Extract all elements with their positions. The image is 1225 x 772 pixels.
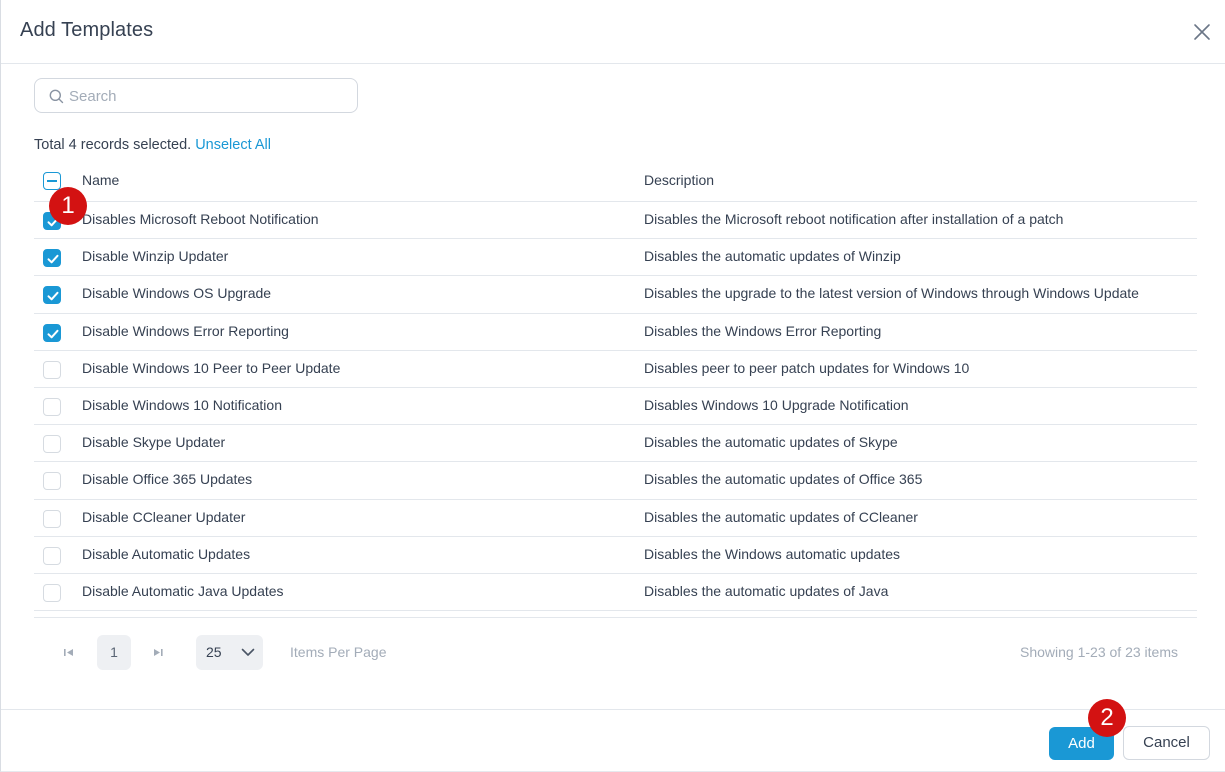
dialog-header: Add Templates — [1, 0, 1225, 64]
search-box[interactable] — [34, 78, 358, 113]
row-description: Disables the automatic updates of CClean… — [644, 508, 918, 525]
table-row[interactable]: Disable Windows 10 Notification Disables … — [34, 388, 1197, 426]
row-description: Disables the automatic updates of Winzip — [644, 248, 901, 265]
row-description: Disables the Windows automatic updates — [644, 545, 901, 562]
row-description: Disables peer to peer patch updates for … — [644, 359, 970, 376]
checkmark-icon — [47, 329, 59, 338]
row-checkbox[interactable] — [43, 583, 61, 602]
items-per-page-label: Items Per Page — [290, 644, 387, 660]
add-templates-dialog: Add Templates Total 4 records selected. … — [0, 0, 1225, 772]
row-checkbox[interactable] — [43, 397, 61, 416]
table-row[interactable]: Disable Skype Updater Disables the automa… — [34, 425, 1197, 463]
checkmark-icon — [47, 254, 59, 264]
row-description: Disables the automatic updates of Skype — [644, 434, 898, 451]
table-row[interactable]: Disable Automatic Updates Disables the Wi… — [34, 537, 1197, 574]
row-checkbox[interactable] — [43, 472, 61, 491]
close-icon[interactable] — [1191, 21, 1213, 43]
horizontal-scrollbar[interactable] — [34, 617, 1197, 618]
page-size-value: 25 — [206, 644, 222, 660]
table-row[interactable]: Disable Windows Error Reporting Disables … — [34, 314, 1197, 351]
row-checkbox[interactable] — [43, 323, 61, 342]
search-icon — [49, 89, 64, 104]
dialog-title: Add Templates — [20, 19, 154, 41]
cancel-button[interactable]: Cancel — [1123, 726, 1210, 760]
table-row[interactable]: Disable Winzip Updater Disables the autom… — [34, 239, 1197, 277]
row-name: Disables Microsoft Reboot Notification — [82, 211, 319, 227]
page-size-select[interactable]: 25 — [196, 635, 263, 670]
showing-count: Showing 1-23 of 23 items — [1020, 644, 1178, 660]
row-description: Disables the Microsoft reboot notificati… — [644, 211, 1064, 227]
selection-info: Total 4 records selected. Unselect All — [34, 137, 271, 153]
row-description: Disables Windows 10 Upgrade Notification — [644, 396, 909, 413]
row-description: Disables the upgrade to the latest versi… — [644, 285, 1139, 302]
row-checkbox[interactable] — [43, 286, 61, 305]
last-page-icon[interactable] — [147, 640, 169, 664]
table-body: Disables Microsoft Reboot Notification Di… — [34, 202, 1197, 612]
row-name: Disable Winzip Updater — [82, 248, 229, 265]
search-input[interactable] — [69, 86, 349, 106]
table-row[interactable]: Disable Office 365 Updates Disables the a… — [34, 462, 1197, 500]
unselect-all-link[interactable]: Unselect All — [195, 137, 271, 153]
first-page-icon[interactable] — [58, 640, 80, 664]
selection-summary: Total 4 records selected. — [34, 137, 192, 153]
checkmark-icon — [47, 292, 59, 301]
row-description: Disables the automatic updates of Office… — [644, 471, 923, 488]
table-row[interactable]: Disable Windows 10 Peer to Peer Update Di… — [34, 351, 1197, 388]
row-name: Disable Windows Error Reporting — [82, 322, 289, 339]
row-checkbox[interactable] — [43, 546, 61, 565]
table-row[interactable]: Disable CCleaner Updater Disables the aut… — [34, 500, 1197, 537]
row-name: Disable Windows OS Upgrade — [82, 285, 272, 302]
annotation-marker-1: 1 — [49, 187, 87, 225]
column-header-name[interactable]: Name — [82, 172, 119, 188]
page-number-button[interactable]: 1 — [97, 635, 131, 670]
table-row[interactable]: Disable Windows OS Upgrade Disables the u… — [34, 276, 1197, 314]
dialog-footer: Add Cancel — [1, 709, 1225, 772]
row-description: Disables the Windows Error Reporting — [644, 322, 882, 339]
table-row[interactable]: Disables Microsoft Reboot Notification Di… — [34, 202, 1197, 240]
row-name: Disable Office 365 Updates — [82, 471, 253, 488]
annotation-marker-2: 2 — [1088, 699, 1126, 737]
row-name: Disable Windows 10 Peer to Peer Update — [82, 359, 341, 376]
row-checkbox[interactable] — [43, 435, 61, 454]
table-row[interactable]: Disable Automatic Java Updates Disables t… — [34, 574, 1197, 612]
row-checkbox[interactable] — [43, 509, 61, 528]
row-name: Disable Automatic Updates — [82, 545, 251, 562]
row-description: Disables the automatic updates of Java — [644, 582, 889, 599]
row-name: Disable Skype Updater — [82, 434, 226, 451]
row-name: Disable CCleaner Updater — [82, 508, 246, 525]
row-checkbox[interactable] — [43, 249, 61, 268]
row-name: Disable Windows 10 Notification — [82, 396, 282, 413]
row-name: Disable Automatic Java Updates — [82, 582, 284, 599]
chevron-down-icon — [241, 648, 255, 656]
select-all-checkbox[interactable] — [43, 172, 61, 190]
table-header: Name Description — [34, 162, 1197, 202]
pagination: 1 25 Items Per Page Showing 1-23 of 23 i… — [34, 632, 1197, 672]
row-checkbox[interactable] — [43, 360, 61, 379]
column-header-description[interactable]: Description — [644, 172, 714, 188]
